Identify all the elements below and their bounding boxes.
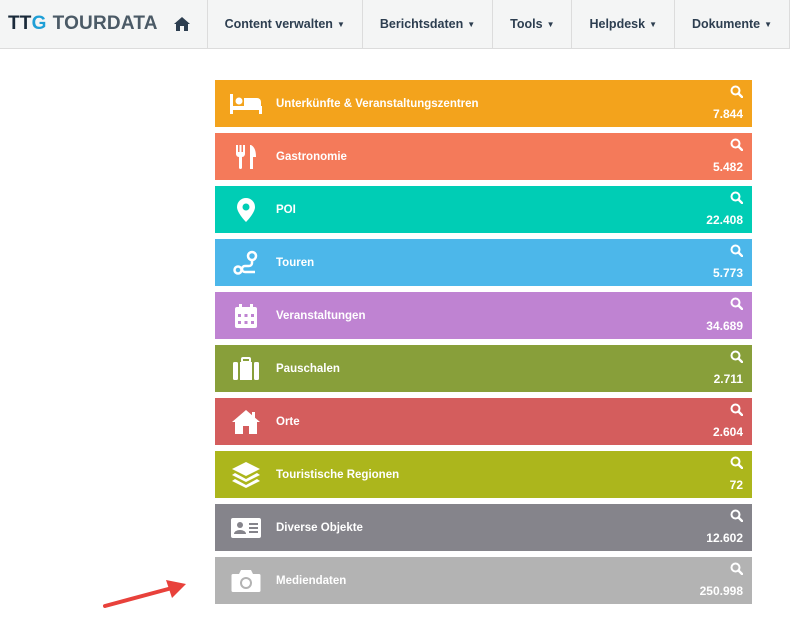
layers-icon — [215, 461, 276, 489]
brand-logo[interactable]: TT G TOURDATA — [0, 0, 158, 48]
tile-touren[interactable]: Touren 5.773 — [215, 239, 752, 286]
tile-label: Diverse Objekte — [276, 521, 363, 534]
home-icon — [174, 17, 191, 31]
search-icon[interactable] — [730, 403, 743, 416]
search-icon[interactable] — [730, 509, 743, 522]
tile-pauschalen[interactable]: Pauschalen 2.711 — [215, 345, 752, 392]
tile-count: 5.773 — [712, 266, 743, 280]
tile-diverse-objekte[interactable]: Diverse Objekte 12.602 — [215, 504, 752, 551]
nav-label: Dokumente — [692, 17, 761, 31]
id-card-icon — [215, 517, 276, 539]
tile-mediendaten[interactable]: Mediendaten 250.998 — [215, 557, 752, 604]
search-icon[interactable] — [730, 244, 743, 257]
nav-tools[interactable]: Tools ▼ — [493, 0, 573, 48]
nav-helpdesk[interactable]: Helpdesk ▼ — [572, 0, 675, 48]
tile-label: Unterkünfte & Veranstaltungszentren — [276, 97, 479, 110]
tile-touristische-regionen[interactable]: Touristische Regionen 72 — [215, 451, 752, 498]
nav-berichtsdaten[interactable]: Berichtsdaten ▼ — [363, 0, 494, 48]
calendar-icon — [215, 303, 276, 329]
tile-label: Orte — [276, 415, 300, 428]
tile-label: Touristische Regionen — [276, 468, 400, 481]
caret-down-icon: ▼ — [764, 19, 772, 29]
tile-count: 5.482 — [712, 160, 743, 174]
tile-count: 2.711 — [713, 372, 743, 386]
caret-down-icon: ▼ — [649, 19, 657, 29]
nav-content-verwalten[interactable]: Content verwalten ▼ — [208, 0, 363, 48]
tile-label: Touren — [276, 256, 315, 269]
tile-label: POI — [276, 203, 296, 216]
red-arrow-annotation-icon — [103, 580, 186, 608]
nav-home-button[interactable] — [158, 0, 208, 48]
tile-unterkuenfte[interactable]: Unterkünfte & Veranstaltungszentren 7.84… — [215, 80, 752, 127]
caret-down-icon: ▼ — [336, 19, 345, 29]
tile-count: 7.844 — [712, 107, 743, 121]
brand-g: G — [31, 13, 47, 34]
house-icon — [215, 409, 276, 435]
search-icon[interactable] — [730, 138, 743, 151]
tile-count: 12.602 — [706, 531, 743, 545]
top-navbar: TT G TOURDATA Content verwalten ▼ Berichtsd… — [0, 0, 790, 49]
tile-count: 34.689 — [706, 319, 743, 333]
tile-count: 2.604 — [712, 425, 743, 439]
brand-ttg: TT — [8, 13, 32, 34]
nav-dokumente[interactable]: Dokumente ▼ — [675, 0, 790, 48]
tile-orte[interactable]: Orte 2.604 — [215, 398, 752, 445]
caret-down-icon: ▼ — [467, 19, 476, 29]
search-icon[interactable] — [730, 191, 743, 204]
brand-tourdata: TOURDATA — [52, 13, 158, 34]
search-icon[interactable] — [730, 562, 743, 575]
tile-poi[interactable]: POI 22.408 — [215, 186, 752, 233]
nav-label: Tools — [510, 17, 543, 31]
nav-label: Helpdesk — [589, 17, 646, 31]
search-icon[interactable] — [730, 297, 743, 310]
cutlery-icon — [215, 144, 276, 170]
tile-label: Mediendaten — [276, 574, 347, 587]
tile-count: 72 — [729, 478, 743, 492]
tile-label: Gastronomie — [276, 150, 347, 163]
search-icon[interactable] — [730, 350, 743, 363]
route-icon — [215, 250, 276, 276]
tile-label: Veranstaltungen — [276, 309, 366, 322]
bed-icon — [215, 93, 276, 115]
suitcase-icon — [215, 356, 276, 381]
search-icon[interactable] — [730, 456, 743, 469]
tile-label: Pauschalen — [276, 362, 340, 375]
search-icon[interactable] — [730, 85, 743, 98]
caret-down-icon: ▼ — [546, 19, 555, 29]
map-marker-icon — [215, 197, 276, 223]
category-tiles: Unterkünfte & Veranstaltungszentren 7.84… — [215, 80, 752, 610]
tile-veranstaltungen[interactable]: Veranstaltungen 34.689 — [215, 292, 752, 339]
tile-count: 22.408 — [706, 213, 743, 227]
camera-icon — [215, 569, 276, 593]
nav-label: Berichtsdaten — [379, 17, 464, 31]
tile-count: 250.998 — [699, 584, 743, 598]
nav-label: Content verwalten — [224, 17, 333, 31]
tile-gastronomie[interactable]: Gastronomie 5.482 — [215, 133, 752, 180]
